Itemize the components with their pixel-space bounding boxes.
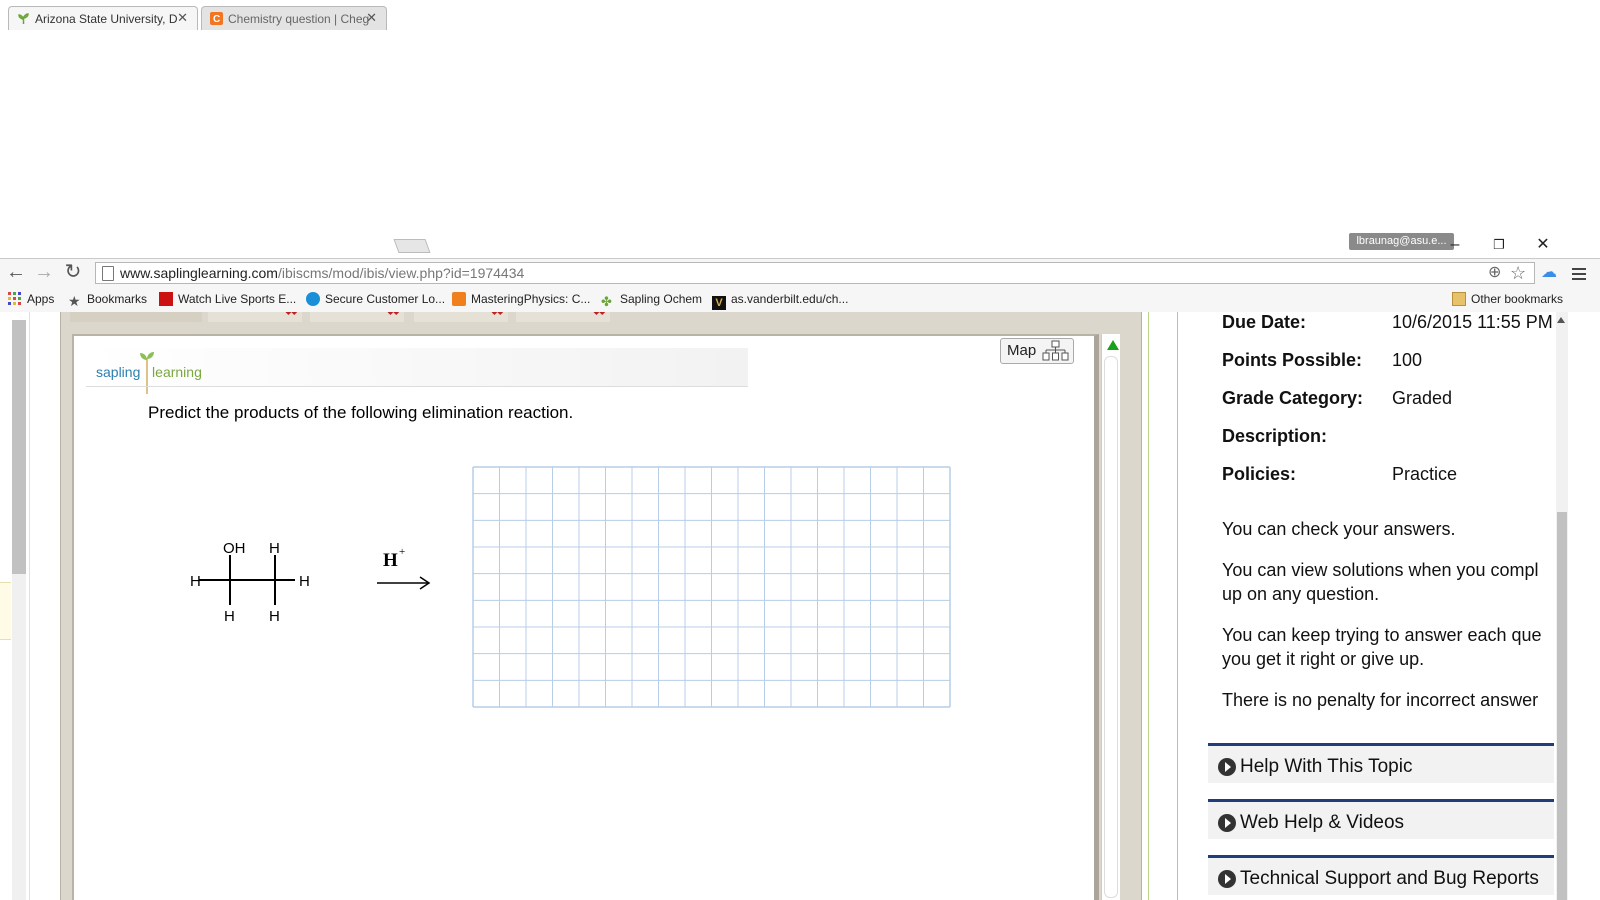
left-highlight-strip	[0, 582, 11, 640]
restore-icon[interactable]: ❐	[1484, 235, 1514, 255]
reagent-charge: +	[399, 546, 405, 558]
cloud-extension-icon[interactable]: ☁	[1541, 262, 1557, 284]
reaction-arrow: H +	[370, 542, 440, 607]
panel-divider	[1148, 312, 1149, 900]
vanderbilt-icon: V	[712, 296, 726, 310]
bookmark-bookmarks[interactable]: ★ Bookmarks	[68, 290, 147, 309]
expand-arrow-icon	[1218, 758, 1236, 776]
minimize-icon[interactable]: –	[1440, 235, 1470, 255]
bookmark-vanderbilt[interactable]: Vas.vanderbilt.edu/ch...	[712, 290, 848, 310]
apps-grid-icon	[8, 292, 22, 306]
reactant-structure: OH H H H H H	[185, 537, 335, 632]
question-scroll-track[interactable]	[1104, 356, 1118, 898]
due-date-value: 10/6/2015 11:55 PM	[1392, 312, 1553, 332]
incorrect-x-icon: ✖	[491, 312, 504, 320]
atom-oh: OH	[223, 540, 246, 557]
address-bar[interactable]: www.saplinglearning.com/ibiscms/mod/ibis…	[95, 262, 1535, 284]
grade-category-label: Grade Category:	[1222, 388, 1364, 408]
atom-h: H	[269, 608, 280, 625]
expand-arrow-icon	[1218, 870, 1236, 888]
grade-category-value: Graded	[1392, 388, 1453, 408]
bookmark-apps[interactable]: Apps	[8, 290, 54, 308]
left-scrollbar-thumb[interactable]	[12, 320, 26, 574]
bookmark-other[interactable]: Other bookmarks	[1452, 290, 1563, 308]
policy-no-penalty: There is no penalty for incorrect answer	[1222, 690, 1539, 710]
header-divider	[86, 386, 748, 387]
reagent-label: H	[383, 550, 398, 571]
profile-button[interactable]: lbraunag@asu.e...	[1349, 233, 1454, 250]
atom-h: H	[190, 573, 201, 590]
incorrect-x-icon: ✖	[593, 312, 606, 320]
sapling-icon: ✤	[601, 294, 612, 309]
section-label: Help With This Topic	[1240, 756, 1413, 777]
section-label: Technical Support and Bug Reports	[1240, 868, 1539, 889]
left-frame-scrollbar[interactable]	[12, 320, 26, 900]
policy-view-solutions: You can view solutions when you compl up …	[1222, 560, 1539, 604]
close-window-icon[interactable]: ✕	[1528, 235, 1558, 255]
cloud-icon	[306, 292, 320, 306]
forward-arrow-icon[interactable]: →	[32, 258, 56, 286]
web-help-videos-section[interactable]: Web Help & Videos	[1208, 799, 1554, 839]
atom-h: H	[224, 608, 235, 625]
watch-icon	[159, 292, 173, 306]
policy-keep-trying: You can keep trying to answer each que yo…	[1222, 625, 1542, 669]
url-host: www.saplinglearning.com	[120, 265, 278, 281]
tab-title: Chemistry question | Cheg	[228, 12, 370, 26]
folder-icon	[1452, 292, 1466, 306]
bookmark-mastering-physics[interactable]: MasteringPhysics: C...	[452, 290, 590, 308]
answer-drawing-canvas[interactable]	[472, 466, 951, 713]
tab-title: Arizona State University, D	[35, 12, 178, 26]
page-content: ✖ ✖ ✖ ✖ sapling learning Map Predict the…	[0, 312, 1600, 900]
zoom-icon[interactable]: ⊕	[1488, 262, 1501, 284]
map-tree-icon	[1042, 340, 1070, 367]
expand-arrow-icon	[1218, 814, 1236, 832]
bookmark-sapling-ochem[interactable]: ✤ Sapling Ochem	[601, 290, 702, 309]
description-label: Description:	[1222, 426, 1328, 446]
back-arrow-icon[interactable]: ←	[4, 258, 28, 286]
section-label: Web Help & Videos	[1240, 812, 1405, 833]
question-tab[interactable]: ✖	[208, 312, 302, 322]
close-tab-icon[interactable]: ✕	[177, 10, 188, 26]
question-tab[interactable]: ✖	[310, 312, 404, 322]
policies-label: Policies:	[1222, 464, 1297, 484]
scroll-up-arrow-icon[interactable]	[1557, 317, 1565, 323]
question-tab[interactable]: ✖	[414, 312, 508, 322]
help-with-topic-section[interactable]: Help With This Topic	[1208, 743, 1554, 783]
star-icon: ★	[68, 293, 81, 309]
incorrect-x-icon: ✖	[387, 312, 400, 320]
technical-support-section[interactable]: Technical Support and Bug Reports	[1208, 855, 1554, 895]
question-tab[interactable]: ✖	[516, 312, 610, 322]
tab-arizona-state[interactable]: Arizona State University, D ✕	[8, 6, 198, 30]
sapling-learning-logo: sapling learning	[96, 364, 202, 380]
incorrect-x-icon: ✖	[285, 312, 298, 320]
left-frame-border	[29, 312, 30, 900]
svg-text:C: C	[213, 14, 220, 25]
new-tab-button[interactable]	[393, 239, 431, 253]
bookmark-star-icon[interactable]: ☆	[1510, 262, 1526, 284]
due-date-label: Due Date:	[1222, 312, 1307, 332]
atom-h: H	[299, 573, 310, 590]
points-label: Points Possible:	[1222, 350, 1363, 370]
question-nav-tabs: ✖ ✖ ✖ ✖	[70, 312, 630, 322]
bookmark-watch-live-sports[interactable]: Watch Live Sports E...	[159, 290, 296, 308]
page-icon	[102, 266, 114, 281]
policy-check-answers: You can check your answers.	[1222, 519, 1456, 539]
sapling-favicon-icon	[17, 12, 30, 25]
map-label: Map	[1007, 342, 1037, 359]
tab-chegg[interactable]: C Chemistry question | Cheg ✕	[201, 6, 387, 30]
chrome-menu-icon[interactable]	[1572, 265, 1586, 283]
policies-value: Practice	[1392, 464, 1458, 484]
reload-icon[interactable]: ↻	[61, 258, 85, 286]
chegg-favicon-icon: C	[210, 12, 223, 25]
question-tab-current[interactable]	[70, 312, 202, 322]
right-scrollbar-thumb[interactable]	[1557, 512, 1567, 900]
atom-h: H	[269, 540, 280, 557]
scroll-up-arrow-icon[interactable]	[1107, 340, 1119, 350]
url-path: /ibiscms/mod/ibis/view.php?id=1974434	[277, 265, 525, 281]
question-prompt: Predict the products of the following el…	[148, 403, 574, 422]
bookmark-secure-customer[interactable]: Secure Customer Lo...	[306, 290, 445, 308]
mastering-icon	[452, 292, 466, 306]
close-tab-icon[interactable]: ✕	[366, 10, 377, 26]
points-value: 100	[1392, 350, 1423, 370]
